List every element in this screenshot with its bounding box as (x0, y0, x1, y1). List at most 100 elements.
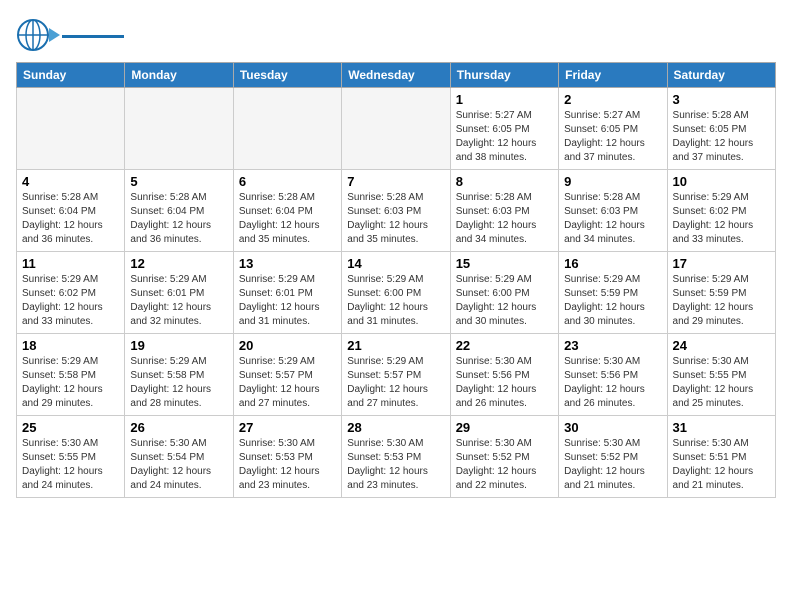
calendar-cell: 29 Sunrise: 5:30 AM Sunset: 5:52 PM Dayl… (450, 416, 558, 498)
col-header-tuesday: Tuesday (233, 63, 341, 88)
day-info: Sunrise: 5:30 AM Sunset: 5:52 PM Dayligh… (456, 437, 553, 493)
day-number: 9 (564, 174, 661, 189)
calendar-cell (342, 88, 450, 170)
calendar-cell: 27 Sunrise: 5:30 AM Sunset: 5:53 PM Dayl… (233, 416, 341, 498)
day-info: Sunrise: 5:27 AM Sunset: 6:05 PM Dayligh… (456, 109, 553, 165)
day-info: Sunrise: 5:29 AM Sunset: 5:58 PM Dayligh… (130, 355, 227, 411)
day-number: 14 (347, 256, 444, 271)
day-info: Sunrise: 5:29 AM Sunset: 5:57 PM Dayligh… (347, 355, 444, 411)
day-info: Sunrise: 5:28 AM Sunset: 6:04 PM Dayligh… (239, 191, 336, 247)
calendar-week-row: 11 Sunrise: 5:29 AM Sunset: 6:02 PM Dayl… (17, 252, 776, 334)
day-number: 29 (456, 420, 553, 435)
day-number: 12 (130, 256, 227, 271)
calendar-cell: 17 Sunrise: 5:29 AM Sunset: 5:59 PM Dayl… (667, 252, 775, 334)
calendar-cell: 22 Sunrise: 5:30 AM Sunset: 5:56 PM Dayl… (450, 334, 558, 416)
day-info: Sunrise: 5:30 AM Sunset: 5:52 PM Dayligh… (564, 437, 661, 493)
day-number: 17 (673, 256, 770, 271)
day-info: Sunrise: 5:29 AM Sunset: 6:00 PM Dayligh… (347, 273, 444, 329)
day-number: 3 (673, 92, 770, 107)
col-header-saturday: Saturday (667, 63, 775, 88)
calendar-cell: 30 Sunrise: 5:30 AM Sunset: 5:52 PM Dayl… (559, 416, 667, 498)
day-info: Sunrise: 5:29 AM Sunset: 5:58 PM Dayligh… (22, 355, 119, 411)
day-number: 28 (347, 420, 444, 435)
day-number: 26 (130, 420, 227, 435)
calendar-cell: 19 Sunrise: 5:29 AM Sunset: 5:58 PM Dayl… (125, 334, 233, 416)
calendar-cell: 1 Sunrise: 5:27 AM Sunset: 6:05 PM Dayli… (450, 88, 558, 170)
calendar-cell (17, 88, 125, 170)
day-number: 21 (347, 338, 444, 353)
day-info: Sunrise: 5:30 AM Sunset: 5:56 PM Dayligh… (564, 355, 661, 411)
col-header-monday: Monday (125, 63, 233, 88)
day-info: Sunrise: 5:27 AM Sunset: 6:05 PM Dayligh… (564, 109, 661, 165)
calendar-cell: 20 Sunrise: 5:29 AM Sunset: 5:57 PM Dayl… (233, 334, 341, 416)
day-number: 20 (239, 338, 336, 353)
day-info: Sunrise: 5:28 AM Sunset: 6:04 PM Dayligh… (130, 191, 227, 247)
calendar-cell: 10 Sunrise: 5:29 AM Sunset: 6:02 PM Dayl… (667, 170, 775, 252)
calendar-cell: 5 Sunrise: 5:28 AM Sunset: 6:04 PM Dayli… (125, 170, 233, 252)
calendar-cell: 6 Sunrise: 5:28 AM Sunset: 6:04 PM Dayli… (233, 170, 341, 252)
calendar-cell: 8 Sunrise: 5:28 AM Sunset: 6:03 PM Dayli… (450, 170, 558, 252)
calendar-cell: 28 Sunrise: 5:30 AM Sunset: 5:53 PM Dayl… (342, 416, 450, 498)
calendar-cell: 14 Sunrise: 5:29 AM Sunset: 6:00 PM Dayl… (342, 252, 450, 334)
day-info: Sunrise: 5:30 AM Sunset: 5:53 PM Dayligh… (347, 437, 444, 493)
calendar-cell: 12 Sunrise: 5:29 AM Sunset: 6:01 PM Dayl… (125, 252, 233, 334)
calendar-week-row: 18 Sunrise: 5:29 AM Sunset: 5:58 PM Dayl… (17, 334, 776, 416)
calendar-cell: 13 Sunrise: 5:29 AM Sunset: 6:01 PM Dayl… (233, 252, 341, 334)
calendar-cell: 4 Sunrise: 5:28 AM Sunset: 6:04 PM Dayli… (17, 170, 125, 252)
day-info: Sunrise: 5:29 AM Sunset: 5:59 PM Dayligh… (673, 273, 770, 329)
calendar-cell: 11 Sunrise: 5:29 AM Sunset: 6:02 PM Dayl… (17, 252, 125, 334)
day-number: 10 (673, 174, 770, 189)
calendar-cell: 24 Sunrise: 5:30 AM Sunset: 5:55 PM Dayl… (667, 334, 775, 416)
calendar-cell: 31 Sunrise: 5:30 AM Sunset: 5:51 PM Dayl… (667, 416, 775, 498)
calendar-cell: 16 Sunrise: 5:29 AM Sunset: 5:59 PM Dayl… (559, 252, 667, 334)
page-header (16, 16, 776, 54)
day-info: Sunrise: 5:30 AM Sunset: 5:55 PM Dayligh… (22, 437, 119, 493)
calendar-header-row: SundayMondayTuesdayWednesdayThursdayFrid… (17, 63, 776, 88)
calendar-cell (125, 88, 233, 170)
calendar-cell (233, 88, 341, 170)
calendar-week-row: 4 Sunrise: 5:28 AM Sunset: 6:04 PM Dayli… (17, 170, 776, 252)
calendar-cell: 7 Sunrise: 5:28 AM Sunset: 6:03 PM Dayli… (342, 170, 450, 252)
calendar-cell: 2 Sunrise: 5:27 AM Sunset: 6:05 PM Dayli… (559, 88, 667, 170)
calendar-cell: 9 Sunrise: 5:28 AM Sunset: 6:03 PM Dayli… (559, 170, 667, 252)
col-header-sunday: Sunday (17, 63, 125, 88)
day-info: Sunrise: 5:28 AM Sunset: 6:03 PM Dayligh… (564, 191, 661, 247)
day-number: 4 (22, 174, 119, 189)
day-number: 27 (239, 420, 336, 435)
day-number: 25 (22, 420, 119, 435)
calendar-week-row: 1 Sunrise: 5:27 AM Sunset: 6:05 PM Dayli… (17, 88, 776, 170)
day-info: Sunrise: 5:29 AM Sunset: 6:02 PM Dayligh… (22, 273, 119, 329)
day-info: Sunrise: 5:29 AM Sunset: 5:59 PM Dayligh… (564, 273, 661, 329)
day-number: 6 (239, 174, 336, 189)
calendar-cell: 18 Sunrise: 5:29 AM Sunset: 5:58 PM Dayl… (17, 334, 125, 416)
day-info: Sunrise: 5:28 AM Sunset: 6:03 PM Dayligh… (456, 191, 553, 247)
logo-icon (16, 16, 60, 54)
day-info: Sunrise: 5:30 AM Sunset: 5:56 PM Dayligh… (456, 355, 553, 411)
day-info: Sunrise: 5:30 AM Sunset: 5:54 PM Dayligh… (130, 437, 227, 493)
day-number: 5 (130, 174, 227, 189)
day-info: Sunrise: 5:29 AM Sunset: 6:01 PM Dayligh… (239, 273, 336, 329)
calendar-cell: 25 Sunrise: 5:30 AM Sunset: 5:55 PM Dayl… (17, 416, 125, 498)
day-info: Sunrise: 5:28 AM Sunset: 6:05 PM Dayligh… (673, 109, 770, 165)
calendar-cell: 21 Sunrise: 5:29 AM Sunset: 5:57 PM Dayl… (342, 334, 450, 416)
day-info: Sunrise: 5:29 AM Sunset: 6:00 PM Dayligh… (456, 273, 553, 329)
day-info: Sunrise: 5:29 AM Sunset: 5:57 PM Dayligh… (239, 355, 336, 411)
day-info: Sunrise: 5:30 AM Sunset: 5:55 PM Dayligh… (673, 355, 770, 411)
day-number: 8 (456, 174, 553, 189)
calendar-table: SundayMondayTuesdayWednesdayThursdayFrid… (16, 62, 776, 498)
day-info: Sunrise: 5:29 AM Sunset: 6:01 PM Dayligh… (130, 273, 227, 329)
logo (16, 16, 124, 54)
day-number: 13 (239, 256, 336, 271)
day-number: 11 (22, 256, 119, 271)
day-number: 1 (456, 92, 553, 107)
day-info: Sunrise: 5:30 AM Sunset: 5:53 PM Dayligh… (239, 437, 336, 493)
col-header-wednesday: Wednesday (342, 63, 450, 88)
day-info: Sunrise: 5:29 AM Sunset: 6:02 PM Dayligh… (673, 191, 770, 247)
day-number: 19 (130, 338, 227, 353)
day-info: Sunrise: 5:28 AM Sunset: 6:04 PM Dayligh… (22, 191, 119, 247)
col-header-friday: Friday (559, 63, 667, 88)
day-number: 16 (564, 256, 661, 271)
day-number: 22 (456, 338, 553, 353)
day-number: 23 (564, 338, 661, 353)
calendar-cell: 3 Sunrise: 5:28 AM Sunset: 6:05 PM Dayli… (667, 88, 775, 170)
